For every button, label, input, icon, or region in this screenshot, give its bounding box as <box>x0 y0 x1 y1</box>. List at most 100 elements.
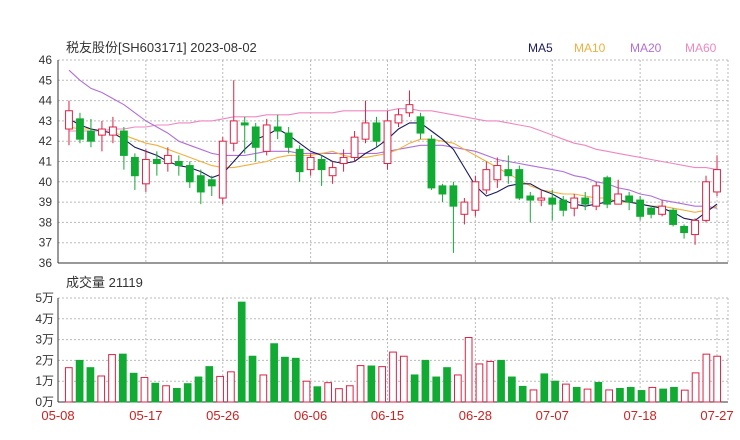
candle <box>163 147 172 172</box>
price-tick-label: 39 <box>39 195 53 209</box>
price-tick-label: 44 <box>39 94 53 108</box>
candle <box>317 155 326 186</box>
candle-body-up <box>383 120 392 165</box>
volume-bar-down <box>572 386 581 403</box>
candle-body-down <box>119 130 128 156</box>
candle-body-up <box>306 156 315 171</box>
candle-body-up <box>614 193 623 205</box>
volume-bar-up <box>108 354 116 403</box>
volume-bar-down <box>237 301 246 403</box>
volume-bar-down <box>637 390 646 403</box>
candle-body-down <box>669 209 677 225</box>
candle-body-down <box>196 175 205 193</box>
price-tick-label: 43 <box>39 114 53 128</box>
candle-body-up <box>482 169 491 191</box>
candle-body-up <box>570 197 579 209</box>
candle <box>273 114 282 140</box>
candle <box>592 181 601 211</box>
candle <box>196 169 205 205</box>
candle-body-down <box>559 199 568 211</box>
volume-bar-up <box>453 374 462 403</box>
candle <box>482 161 491 194</box>
candle-body-up <box>471 181 480 211</box>
candle <box>405 90 414 117</box>
volume-bar-down <box>118 353 127 403</box>
volume-bar-down <box>432 376 441 403</box>
volume-tick-label: 1万 <box>35 374 54 388</box>
candle <box>471 175 480 217</box>
volume-bar-down <box>75 359 84 403</box>
candle-body-down <box>372 122 381 142</box>
volume-bar-down <box>205 366 214 403</box>
volume-bar-up <box>216 375 224 403</box>
volume-bar-up <box>356 365 365 403</box>
volume-bar-up <box>162 385 170 403</box>
candle-body-down <box>295 148 304 173</box>
volume-bar-down <box>270 343 278 403</box>
candle <box>669 208 677 227</box>
candle <box>306 153 315 176</box>
candle <box>185 161 194 188</box>
candle-body-down <box>284 132 293 148</box>
candle <box>702 175 710 223</box>
candle-body-down <box>416 116 425 134</box>
candle <box>460 198 469 225</box>
candle <box>680 224 688 239</box>
price-panel: 46 45 44 43 42 41 40 39 38 37 36 <box>39 53 729 270</box>
candle <box>361 100 370 144</box>
chart-title: 税友股份[SH603171] 2023-08-02 <box>66 40 257 55</box>
candle <box>647 206 656 219</box>
candle <box>207 175 216 197</box>
volume-bar-down <box>443 367 451 403</box>
candle <box>130 153 139 190</box>
candle-body-up <box>65 110 73 130</box>
x-tick-label: 07-07 <box>536 408 569 423</box>
legend-item-ma5: MA5 <box>528 41 553 55</box>
candle-body-down <box>130 156 139 177</box>
candle-body-down <box>207 179 216 187</box>
candle <box>240 116 249 154</box>
candle <box>504 155 513 184</box>
volume-bar-up <box>97 375 106 403</box>
price-tick-label: 41 <box>39 155 53 169</box>
volume-bar-up <box>399 355 408 403</box>
volume-bar-up <box>302 380 311 403</box>
candle <box>548 189 557 221</box>
volume-title: 成交量 21119 <box>66 275 143 290</box>
volume-tick-label: 0万 <box>35 395 54 409</box>
candle-body-up <box>702 181 710 221</box>
candle <box>87 118 95 148</box>
volume-bar-up <box>680 389 689 403</box>
volume-bar-down <box>594 381 603 403</box>
volume-bar-down <box>670 386 678 403</box>
price-tick-label: 45 <box>39 73 53 87</box>
candle-body-down <box>427 138 436 189</box>
volume-bar-up <box>389 351 397 403</box>
volume-bar-up <box>475 363 484 403</box>
candle <box>636 196 645 221</box>
candle-body-down <box>185 165 194 183</box>
volume-tick-label: 5万 <box>35 291 54 305</box>
candle <box>537 189 546 207</box>
volume-bar-up <box>713 355 722 403</box>
candle <box>229 80 238 152</box>
candle <box>603 175 612 209</box>
candle <box>416 112 425 140</box>
volume-panel: 5万 4万 3万 2万 1万 0万05-08 05-17 05-26 06-06 06-15 06-… <box>35 291 733 423</box>
candle-body-up <box>537 197 546 201</box>
candle <box>427 135 436 190</box>
candle-body-up <box>361 122 370 140</box>
candle-body-down <box>251 126 260 148</box>
volume-bar-down <box>518 385 527 403</box>
candle-body-up <box>218 140 227 199</box>
candle-body-down <box>625 195 634 203</box>
x-tick-label: 05-26 <box>206 408 239 423</box>
candle <box>119 126 128 170</box>
volume-bar-down <box>497 359 505 403</box>
volume-bar-down <box>291 357 300 403</box>
candle <box>438 183 447 203</box>
candle-body-down <box>526 195 535 201</box>
candle <box>174 155 183 176</box>
candle-body-down <box>504 169 513 177</box>
candle-body-down <box>449 185 458 207</box>
